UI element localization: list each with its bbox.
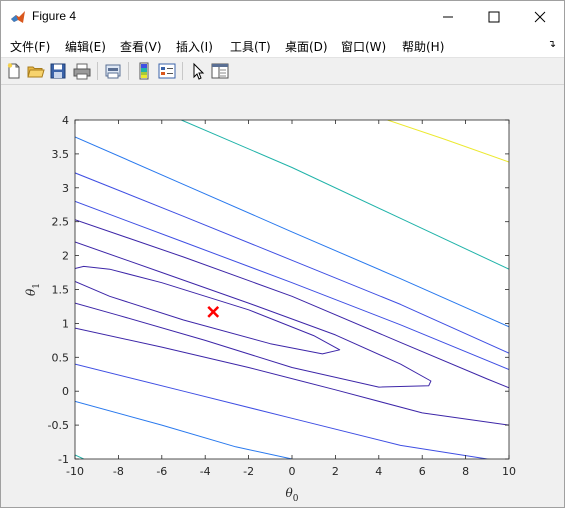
insert-colorbar-icon[interactable] (135, 62, 153, 80)
y-axis-label: θ1 (24, 283, 42, 296)
y-tick-label: 1.5 (52, 284, 70, 297)
menu-bar: 文件(F) 编辑(E) 查看(V) 插入(I) 工具(T) 桌面(D) 窗口(W… (1, 33, 564, 58)
y-tick-label: -1 (58, 453, 69, 466)
insert-legend-icon[interactable] (158, 62, 176, 80)
x-tick-label: 6 (419, 465, 426, 478)
minimize-icon (443, 16, 453, 18)
save-icon[interactable] (49, 62, 67, 80)
x-tick-label: 10 (502, 465, 516, 478)
x-tick-label: 8 (462, 465, 469, 478)
figure-toolbar (1, 58, 564, 85)
dock-arrow-icon[interactable]: ↴ (548, 39, 556, 50)
new-figure-icon[interactable] (5, 62, 23, 80)
print-icon[interactable] (73, 62, 91, 80)
figure-canvas: -10 -8 -6 -4 -2 0 2 4 6 8 10 -1 -0.5 0 0.5 1 1.5 2 2.5 3 3.5… (1, 85, 564, 507)
property-inspector-icon[interactable] (211, 62, 229, 80)
maximize-icon (488, 11, 500, 23)
link-plot-icon[interactable] (104, 62, 122, 80)
x-tick-label: -10 (66, 465, 84, 478)
title-bar[interactable]: Figure 4 (1, 1, 564, 33)
minimize-button[interactable] (425, 1, 471, 33)
y-tick-label: 2 (62, 250, 69, 263)
figure-window: Figure 4 文件(F) 编辑(E) 查看(V) 插入(I) 工具(T) 桌… (0, 0, 565, 508)
x-tick-label: -8 (113, 465, 124, 478)
window-title: Figure 4 (32, 9, 77, 23)
y-tick-label: 2.5 (52, 216, 70, 229)
y-tick-label: 0.5 (52, 351, 70, 364)
contour-plot[interactable]: -10 -8 -6 -4 -2 0 2 4 6 8 10 -1 -0.5 0 0.5 1 1.5 2 2.5 3 3.5… (1, 85, 564, 507)
x-tick-label: 2 (332, 465, 339, 478)
x-tick-label: 0 (289, 465, 296, 478)
y-tick-label: -0.5 (48, 419, 69, 432)
close-icon (534, 11, 546, 23)
menu-edit[interactable]: 编辑(E) (65, 38, 106, 55)
menu-desktop[interactable]: 桌面(D) (285, 38, 328, 55)
x-tick-label: -6 (156, 465, 167, 478)
menu-tools[interactable]: 工具(T) (230, 38, 271, 55)
x-tick-label: -4 (200, 465, 211, 478)
y-tick-label: 3 (62, 182, 69, 195)
toolbar-separator (128, 62, 129, 80)
y-tick-label: 3.5 (52, 148, 70, 161)
maximize-button[interactable] (471, 1, 517, 33)
matlab-logo-icon (11, 11, 25, 23)
x-tick-label: -2 (243, 465, 254, 478)
x-axis-label: θ0 (286, 486, 299, 504)
y-tick-label: 0 (62, 385, 69, 398)
plot-area (75, 120, 509, 459)
x-tick-label: 4 (375, 465, 382, 478)
toolbar-separator (182, 62, 183, 80)
menu-help[interactable]: 帮助(H) (402, 38, 444, 55)
y-tick-label: 1 (62, 317, 69, 330)
close-button[interactable] (517, 1, 563, 33)
edit-plot-cursor-icon[interactable] (189, 62, 207, 80)
menu-window[interactable]: 窗口(W) (341, 38, 386, 55)
y-tick-label: 4 (62, 114, 69, 127)
menu-file[interactable]: 文件(F) (10, 38, 50, 55)
menu-insert[interactable]: 插入(I) (176, 38, 213, 55)
open-file-icon[interactable] (27, 62, 45, 80)
menu-view[interactable]: 查看(V) (120, 38, 162, 55)
toolbar-separator (97, 62, 98, 80)
